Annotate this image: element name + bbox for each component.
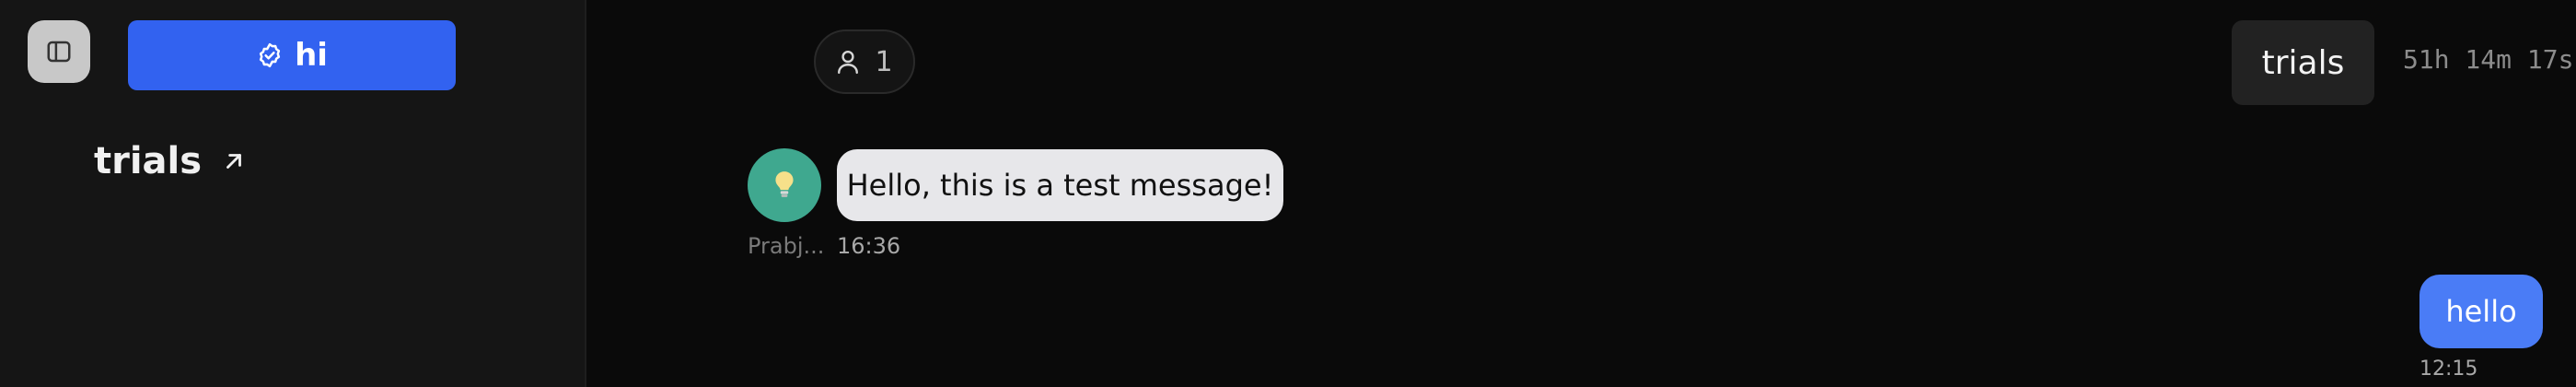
space-button[interactable]: hi: [128, 20, 456, 90]
message-timestamp: 16:36: [837, 233, 901, 259]
countdown-timer: 51h 14m 17s: [2403, 44, 2574, 75]
space-button-label: hi: [295, 37, 328, 74]
lightbulb-icon: [772, 170, 796, 201]
person-icon: [836, 48, 860, 76]
sidebar-item-label: trials: [94, 140, 203, 182]
arrow-up-right-icon: [222, 149, 246, 173]
message-text: Hello, this is a test message!: [846, 168, 1274, 203]
sidebar-toggle-button[interactable]: [28, 20, 90, 83]
message-sender-name: Prabj...: [748, 233, 825, 259]
sidebar: hi trials: [0, 0, 586, 387]
sidebar-item-trials[interactable]: trials: [94, 140, 246, 182]
own-message-bubble[interactable]: hello: [2419, 275, 2543, 348]
avatar[interactable]: [748, 148, 821, 222]
app-window: hi trials 1 trials 51h 14m 17s Hello, th…: [0, 0, 2576, 387]
check-badge-icon: [256, 41, 284, 69]
message-bubble[interactable]: Hello, this is a test message!: [837, 149, 1283, 221]
channel-name-button[interactable]: trials: [2232, 20, 2374, 105]
own-message-timestamp: 12:15: [2419, 358, 2478, 381]
own-message-text: hello: [2445, 294, 2517, 329]
online-users-pill[interactable]: 1: [814, 29, 915, 94]
sidebar-panel-icon: [45, 38, 73, 65]
online-users-count: 1: [875, 45, 893, 78]
channel-name-label: trials: [2261, 43, 2345, 82]
